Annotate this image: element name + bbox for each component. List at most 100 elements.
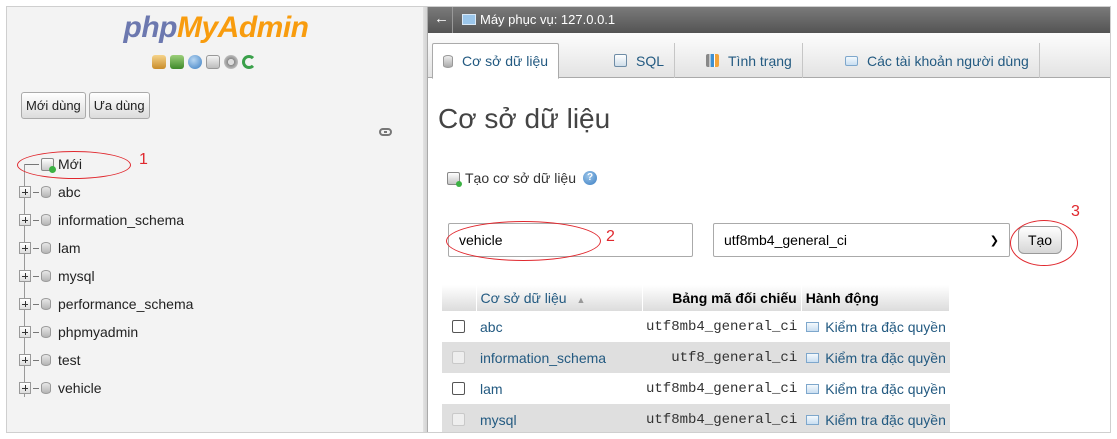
table-row: abc utf8mb4_general_ci Kiểm tra đặc quyề… xyxy=(442,311,950,342)
tree-branch xyxy=(33,247,39,249)
row-action-cell: Kiểm tra đặc quyền xyxy=(801,404,950,432)
check-privileges-link[interactable]: Kiểm tra đặc quyền xyxy=(805,311,946,342)
tab-databases[interactable]: Cơ sở dữ liệu xyxy=(432,43,560,79)
expand-icon[interactable] xyxy=(19,186,31,198)
name-column-header[interactable]: Cơ sở dữ liệu ▲ xyxy=(476,285,643,311)
database-name-link[interactable]: abc xyxy=(476,311,642,342)
exit-icon[interactable] xyxy=(170,55,184,69)
database-name-input[interactable] xyxy=(448,223,693,257)
collapse-arrow-icon[interactable]: ← xyxy=(434,10,449,27)
row-checkbox[interactable] xyxy=(452,382,465,395)
tree-branch xyxy=(33,387,39,389)
expand-icon[interactable] xyxy=(19,242,31,254)
tab-status[interactable]: Tình trạng xyxy=(696,43,803,78)
users-icon xyxy=(845,55,858,66)
database-icon xyxy=(41,354,51,366)
phpmyadmin-logo[interactable]: phpMyAdmin xyxy=(7,11,425,45)
tree-item-phpmyadmin[interactable]: phpmyadmin xyxy=(19,318,193,346)
database-icon xyxy=(41,326,51,338)
table-row: information_schema utf8_general_ci Kiểm … xyxy=(442,342,950,373)
tree-item-label: information_schema xyxy=(58,212,185,228)
tab-label: SQL xyxy=(636,52,665,69)
database-icon xyxy=(41,214,51,226)
expand-icon[interactable] xyxy=(19,298,31,310)
database-name-link[interactable]: lam xyxy=(476,373,642,404)
tab-label: Cơ sở dữ liệu xyxy=(462,53,549,69)
row-select-cell xyxy=(442,342,476,373)
server-breadcrumb[interactable]: Máy phục vụ: 127.0.0.1 xyxy=(480,12,615,27)
tree-item-abc[interactable]: abc xyxy=(19,178,193,206)
row-checkbox[interactable] xyxy=(452,320,465,333)
tree-item-vehicle[interactable]: vehicle xyxy=(19,374,193,402)
database-name-link[interactable]: mysql xyxy=(476,404,642,432)
row-select-cell xyxy=(442,311,476,342)
tab-label: Tình trạng xyxy=(728,52,792,69)
server-icon xyxy=(462,14,476,25)
databases-table: Cơ sở dữ liệu ▲ Bảng mã đối chiếu Hành đ… xyxy=(442,285,951,432)
check-privileges-link[interactable]: Kiểm tra đặc quyền xyxy=(805,342,946,373)
reload-icon[interactable] xyxy=(242,55,256,69)
privileges-icon xyxy=(806,352,820,363)
app-window: phpMyAdmin Mới dùng Ưa dùng Mới abc info… xyxy=(6,6,1111,433)
new-database-icon xyxy=(41,157,56,173)
help-icon[interactable]: ? xyxy=(583,171,597,185)
link-with-main-icon[interactable] xyxy=(379,128,392,136)
home-icon[interactable] xyxy=(152,55,166,69)
tree-branch xyxy=(33,275,39,277)
tree-item-information-schema[interactable]: information_schema xyxy=(19,206,193,234)
check-privileges-link[interactable]: Kiểm tra đặc quyền xyxy=(805,373,946,404)
expand-icon[interactable] xyxy=(19,326,31,338)
nav-icon-bar xyxy=(152,55,256,69)
tree-item-label: vehicle xyxy=(58,380,102,396)
create-button[interactable]: Tạo xyxy=(1018,226,1062,254)
collation-column-header: Bảng mã đối chiếu xyxy=(642,285,802,311)
tab-sql[interactable]: SQL xyxy=(604,43,676,78)
settings-icon[interactable] xyxy=(224,55,238,69)
status-icon xyxy=(706,54,719,67)
tree-item-performance-schema[interactable]: performance_schema xyxy=(19,290,193,318)
recent-button[interactable]: Mới dùng xyxy=(21,92,86,119)
expand-icon[interactable] xyxy=(19,214,31,226)
tree-item-label: performance_schema xyxy=(58,296,194,312)
tree-item-label: abc xyxy=(58,184,81,200)
tree-branch xyxy=(25,163,39,165)
database-icon xyxy=(41,186,51,198)
database-tree: Mới abc information_schema lam mysql per… xyxy=(19,150,193,402)
tree-item-new[interactable]: Mới xyxy=(19,150,193,178)
expand-icon[interactable] xyxy=(19,354,31,366)
tree-branch xyxy=(33,331,39,333)
row-checkbox xyxy=(452,351,465,364)
privileges-icon xyxy=(806,321,820,332)
tree-item-test[interactable]: test xyxy=(19,346,193,374)
privileges-icon xyxy=(806,414,820,425)
database-icon xyxy=(41,242,51,254)
check-privileges-label: Kiểm tra đặc quyền xyxy=(825,380,946,397)
tree-branch xyxy=(33,303,39,305)
tab-label: Các tài khoản người dùng xyxy=(867,52,1029,69)
help-icon[interactable] xyxy=(188,55,202,69)
tree-branch xyxy=(33,191,39,193)
check-privileges-label: Kiểm tra đặc quyền xyxy=(825,318,946,335)
database-icon xyxy=(443,54,453,68)
database-name-link[interactable]: information_schema xyxy=(476,342,642,373)
tree-item-lam[interactable]: lam xyxy=(19,234,193,262)
sql-icon xyxy=(614,54,627,67)
collation-select[interactable]: utf8mb4_general_ci ❯ xyxy=(713,223,1010,257)
row-action-cell: Kiểm tra đặc quyền xyxy=(801,311,950,342)
check-privileges-label: Kiểm tra đặc quyền xyxy=(825,349,946,366)
divider xyxy=(452,7,453,33)
database-icon xyxy=(41,270,51,282)
check-privileges-link[interactable]: Kiểm tra đặc quyền xyxy=(805,404,946,432)
tree-item-label: mysql xyxy=(58,268,95,284)
sort-by-name-link[interactable]: Cơ sở dữ liệu xyxy=(481,290,567,306)
expand-icon[interactable] xyxy=(19,270,31,282)
expand-icon[interactable] xyxy=(19,382,31,394)
favorites-button[interactable]: Ưa dùng xyxy=(88,92,150,119)
new-database-icon xyxy=(447,171,462,187)
tab-user-accounts[interactable]: Các tài khoản người dùng xyxy=(835,43,1040,78)
tree-item-mysql[interactable]: mysql xyxy=(19,262,193,290)
select-column-header xyxy=(442,285,477,311)
docs-icon[interactable] xyxy=(206,55,220,69)
table-header-row: Cơ sở dữ liệu ▲ Bảng mã đối chiếu Hành đ… xyxy=(442,285,951,311)
table-row: lam utf8mb4_general_ci Kiểm tra đặc quyề… xyxy=(442,373,950,404)
